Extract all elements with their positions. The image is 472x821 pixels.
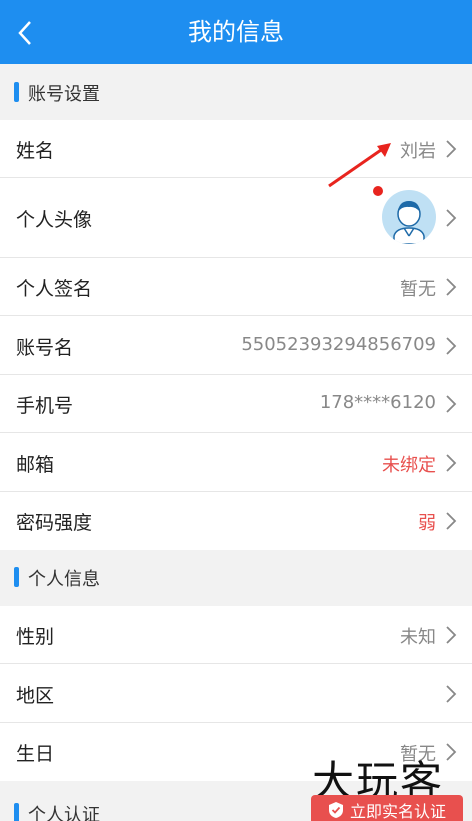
row-account-name[interactable]: 账号名 55052393294856709 <box>0 316 472 375</box>
page-title: 我的信息 <box>188 18 284 46</box>
phone-value: 178****6120 <box>319 392 436 413</box>
row-gender[interactable]: 性别 未知 <box>0 606 472 664</box>
row-label: 账号名 <box>16 337 74 359</box>
shield-check-icon <box>328 802 343 818</box>
chevron-right-icon <box>446 395 457 413</box>
signature-value: 暂无 <box>400 279 436 300</box>
chevron-right-icon <box>446 454 457 472</box>
email-status: 未绑定 <box>382 455 436 476</box>
section-label: 账号设置 <box>28 84 100 105</box>
section-label: 个人认证 <box>28 805 100 821</box>
row-label: 地区 <box>16 685 55 707</box>
row-signature[interactable]: 个人签名 暂无 <box>0 258 472 316</box>
section-marker <box>14 82 19 102</box>
user-avatar-icon <box>393 201 425 244</box>
chevron-right-icon <box>446 626 457 644</box>
annotation-dot <box>373 186 383 196</box>
section-label: 个人信息 <box>28 569 100 590</box>
chevron-right-icon <box>446 140 457 158</box>
verify-button-label: 立即实名认证 <box>349 802 446 821</box>
avatar <box>382 190 436 244</box>
chevron-right-icon <box>446 685 457 703</box>
section-header-personal: 个人信息 <box>0 550 472 606</box>
password-strength-value: 弱 <box>418 513 436 534</box>
gender-value: 未知 <box>400 627 436 648</box>
chevron-right-icon <box>446 278 457 296</box>
top-bar: 我的信息 <box>0 0 472 64</box>
chevron-right-icon <box>446 209 457 227</box>
row-avatar[interactable]: 个人头像 <box>0 178 472 258</box>
row-label: 个人头像 <box>16 209 93 231</box>
row-name[interactable]: 姓名 刘岩 <box>0 120 472 178</box>
row-label: 密码强度 <box>16 512 93 534</box>
annotation-arrow-icon <box>328 143 391 188</box>
row-password-strength[interactable]: 密码强度 弱 <box>0 492 472 550</box>
section-header-account: 账号设置 <box>0 64 472 120</box>
row-label: 手机号 <box>16 395 74 417</box>
row-label: 姓名 <box>16 140 55 162</box>
row-region[interactable]: 地区 <box>0 664 472 723</box>
verify-identity-button[interactable]: 立即实名认证 <box>311 795 463 821</box>
row-phone[interactable]: 手机号 178****6120 <box>0 375 472 433</box>
row-label: 个人签名 <box>16 278 93 300</box>
section-marker <box>14 567 19 587</box>
row-label: 生日 <box>16 743 55 765</box>
name-value: 刘岩 <box>400 141 436 162</box>
watermark-logo: 大玩客 <box>312 757 445 806</box>
section-marker <box>14 803 19 821</box>
chevron-right-icon <box>446 512 457 530</box>
row-email[interactable]: 邮箱 未绑定 <box>0 433 472 492</box>
account-name-value: 55052393294856709 <box>241 334 436 355</box>
row-label: 性别 <box>16 626 55 648</box>
chevron-right-icon <box>446 337 457 355</box>
row-label: 邮箱 <box>16 454 55 476</box>
